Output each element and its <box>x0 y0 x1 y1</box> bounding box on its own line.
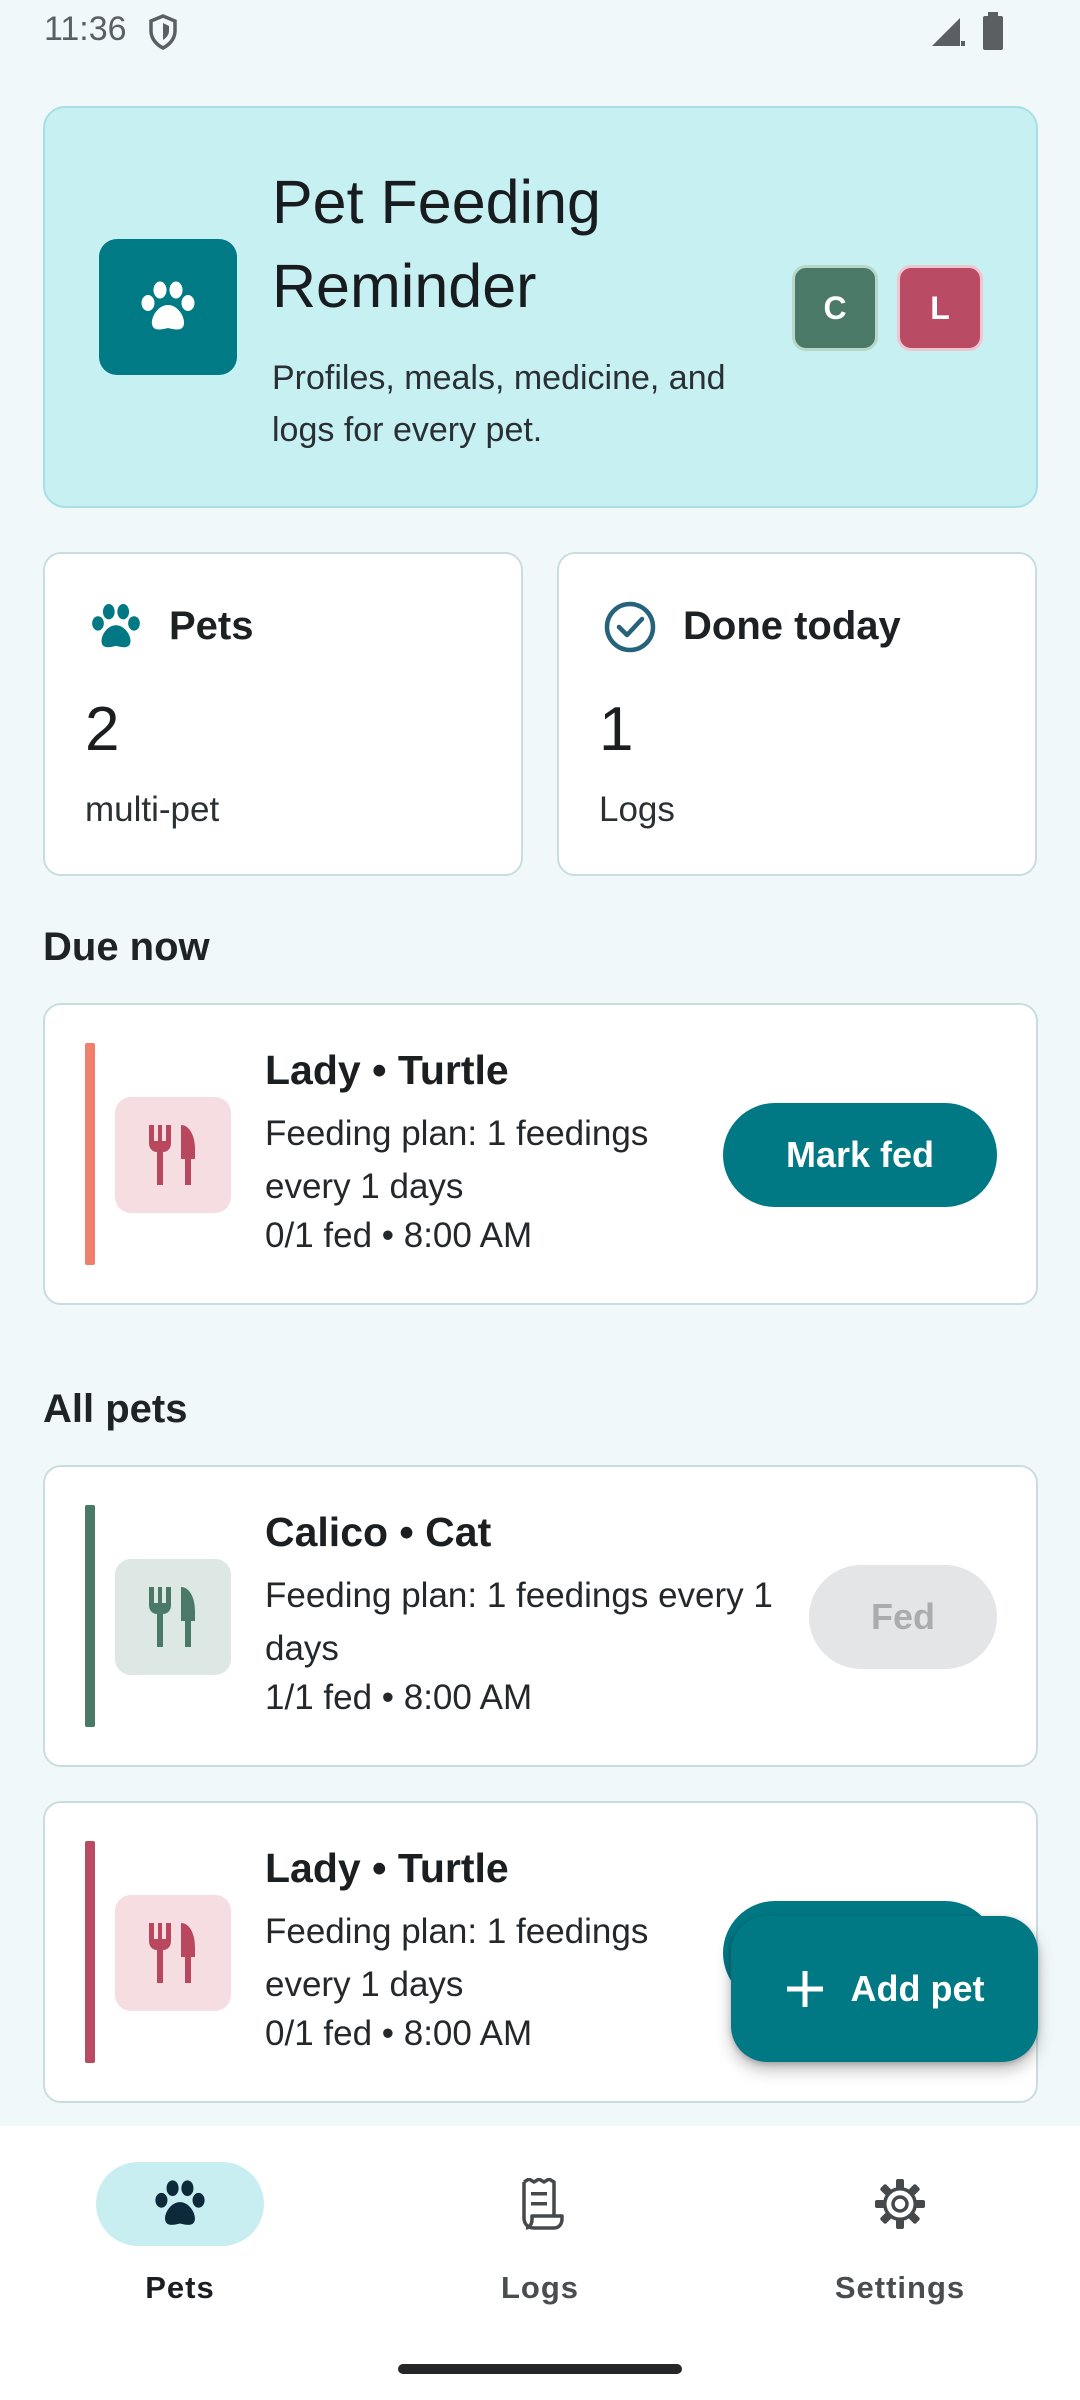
meal-box <box>115 1097 231 1213</box>
done-today-stat-card: Done today 1 Logs <box>557 552 1037 876</box>
stat-value: 1 <box>599 695 634 764</box>
restaurant-icon <box>149 1923 195 1983</box>
home-indicator[interactable] <box>398 2364 682 2374</box>
add-pet-fab[interactable]: Add pet <box>731 1916 1038 2062</box>
nav-indicator <box>456 2162 624 2246</box>
feeding-plan: Feeding plan: 1 feedings every 1 days <box>265 1114 649 1206</box>
app-subtitle: Profiles, meals, medicine, and logs for … <box>272 359 726 449</box>
status-time: 11:36 <box>44 10 127 48</box>
nav-label-logs: Logs <box>500 2270 580 2305</box>
pet-card-calico[interactable]: Calico • Cat Feeding plan: 1 feedings ev… <box>43 1465 1038 1767</box>
feeding-status: 0/1 fed • 8:00 AM <box>265 2014 533 2053</box>
accent-bar <box>85 1043 95 1265</box>
accent-bar <box>85 1505 95 1727</box>
due-pet-card[interactable]: Lady • Turtle Feeding plan: 1 feedings e… <box>43 1003 1038 1305</box>
pet-name: Lady • Turtle <box>265 1845 509 1891</box>
feeding-plan: Feeding plan: 1 feedings every 1 days <box>265 1912 649 2004</box>
gear-icon <box>875 2179 925 2229</box>
feeding-status: 1/1 fed • 8:00 AM <box>265 1678 533 1717</box>
nav-label-settings: Settings <box>834 2270 966 2305</box>
nav-indicator <box>96 2162 264 2246</box>
stat-value: 2 <box>85 695 120 764</box>
stat-title: Pets <box>169 604 254 648</box>
status-bar: 11:36 <box>0 0 1080 64</box>
feeding-plan: Feeding plan: 1 feedings every 1 days <box>265 1576 773 1668</box>
pet-name: Lady • Turtle <box>265 1047 509 1093</box>
meal-box <box>115 1895 231 2011</box>
nav-item-pets[interactable]: Pets <box>60 2162 300 2322</box>
stat-subtitle: Logs <box>599 790 675 829</box>
restaurant-icon <box>149 1587 195 1647</box>
receipt-icon <box>522 2178 564 2230</box>
plus-icon <box>786 1971 823 2007</box>
section-title-all-pets: All pets <box>43 1387 188 1431</box>
nav-item-logs[interactable]: Logs <box>420 2162 660 2322</box>
avatar-lady[interactable]: L <box>897 265 983 351</box>
nav-item-settings[interactable]: Settings <box>780 2162 1020 2322</box>
bottom-navigation: Pets Logs Settings <box>0 2126 1080 2400</box>
app-title: Pet Feeding Reminder <box>272 168 601 320</box>
pets-stat-card: Pets 2 multi-pet <box>43 552 523 876</box>
add-pet-label: Add pet <box>850 1968 985 2009</box>
battery-icon <box>983 12 1003 50</box>
stat-title: Done today <box>683 604 901 648</box>
meal-box <box>115 1559 231 1675</box>
mark-fed-button[interactable]: Mark fed <box>723 1103 997 1207</box>
paw-icon <box>141 281 195 330</box>
paw-icon <box>155 2180 205 2225</box>
nav-label-pets: Pets <box>145 2270 215 2305</box>
shield-icon <box>149 14 177 50</box>
app-header-card: Pet Feeding Reminder Profiles, meals, me… <box>43 106 1038 508</box>
pet-name: Calico • Cat <box>265 1509 492 1555</box>
avatar-calico[interactable]: C <box>792 265 878 351</box>
stat-subtitle: multi-pet <box>85 790 220 829</box>
paw-icon <box>92 604 140 648</box>
accent-bar <box>85 1841 95 2063</box>
fed-button: Fed <box>809 1565 997 1669</box>
feeding-status: 0/1 fed • 8:00 AM <box>265 1216 533 1255</box>
check-circle-icon <box>604 601 656 653</box>
section-title-due-now: Due now <box>43 925 210 969</box>
app-logo <box>99 239 237 375</box>
restaurant-icon <box>149 1125 195 1185</box>
signal-icon <box>932 18 965 46</box>
nav-indicator <box>816 2162 984 2246</box>
